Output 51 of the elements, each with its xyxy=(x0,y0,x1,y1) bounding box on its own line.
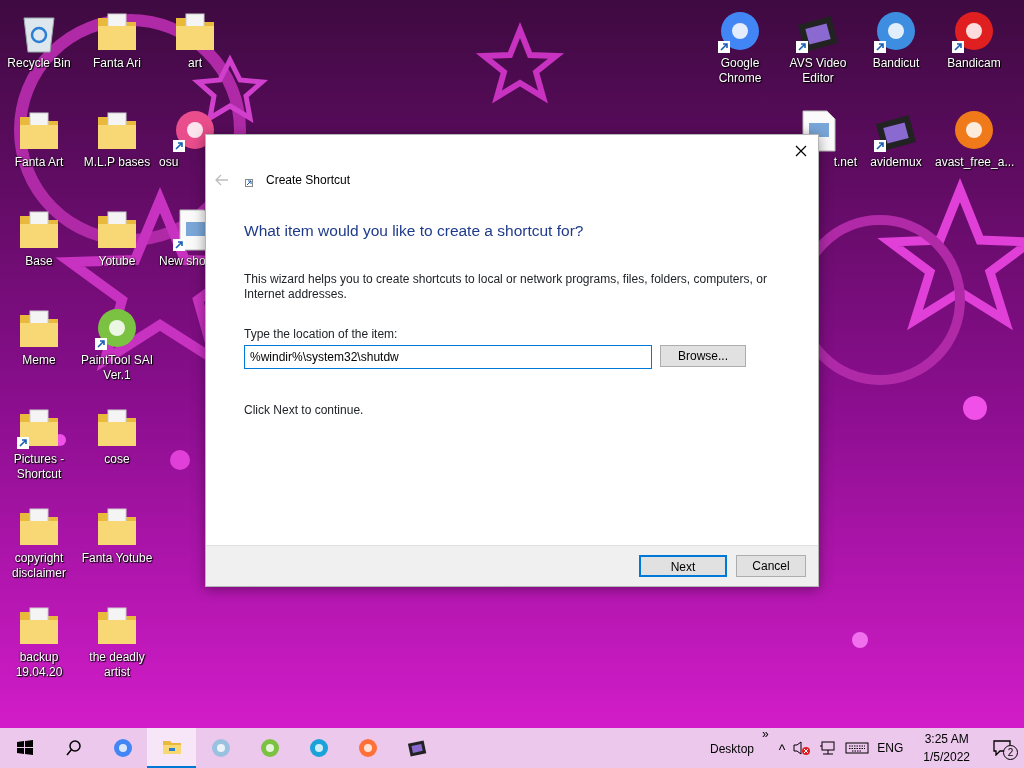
more-button[interactable]: » xyxy=(762,725,769,743)
icon-label[interactable]: Bandicam xyxy=(935,56,1013,71)
app-icon xyxy=(356,738,379,758)
message-icon xyxy=(993,740,1011,756)
notification-badge: 2 xyxy=(1003,745,1018,760)
shortcut-icon xyxy=(245,179,253,187)
dialog-title: Create Shortcut xyxy=(266,172,351,189)
icon-label[interactable]: Google Chrome xyxy=(701,56,779,86)
description-text: This wizard helps you to create shortcuts to local or network programs, files, folders, computers, or Internet addresses. xyxy=(244,272,768,303)
keyboard-icon[interactable] xyxy=(845,740,870,756)
icon-label[interactable]: New sho xyxy=(156,254,206,269)
icon-label[interactable]: art xyxy=(156,56,234,71)
icon-label[interactable]: the deadly artist xyxy=(78,650,156,680)
icon-label[interactable]: t.net xyxy=(833,155,857,170)
notifications-button[interactable]: 2 xyxy=(980,728,1024,768)
icon-label[interactable]: M.L.P bases xyxy=(78,155,156,170)
app-icon xyxy=(209,738,232,758)
language-indicator[interactable]: ENG xyxy=(877,739,904,757)
icon-label[interactable]: backup 19.04.20 xyxy=(0,650,78,680)
icon-label[interactable]: AVS Video Editor xyxy=(779,56,857,86)
icon-label[interactable]: Yotube xyxy=(78,254,156,269)
app-icon xyxy=(307,738,330,758)
field-label: Type the location of the item: xyxy=(244,327,399,342)
icon-label[interactable]: Pictures - Shortcut xyxy=(0,452,78,482)
icon-label[interactable]: Recycle Bin xyxy=(0,56,78,71)
browse-button[interactable]: Browse... xyxy=(660,345,746,368)
icon-label[interactable]: Meme xyxy=(0,353,78,368)
close-icon xyxy=(795,144,807,157)
next-button[interactable]: Next xyxy=(639,555,727,577)
icon-label[interactable]: Bandicut xyxy=(857,56,935,71)
icon-label[interactable]: avast_free_a... xyxy=(935,155,1013,170)
icon-label[interactable]: Fanta Yotube xyxy=(78,551,156,566)
icon-label[interactable]: avidemux xyxy=(857,155,935,170)
icon-label[interactable]: cose xyxy=(78,452,156,467)
icon-label[interactable]: Fanta Ari xyxy=(78,56,156,71)
cancel-button[interactable]: Cancel xyxy=(736,555,806,577)
wizard-heading: What item would you like to create a shortcut for? xyxy=(244,221,585,241)
icon-label[interactable]: Fanta Art xyxy=(0,155,78,170)
clock-time[interactable]: 3:25 AM xyxy=(924,730,969,748)
icon-label[interactable]: osu xyxy=(156,155,179,170)
app-icon xyxy=(111,738,134,758)
hint-text: Click Next to continue. xyxy=(244,402,365,420)
back-arrow-icon xyxy=(215,174,229,186)
location-field[interactable]: %windir%\system32\shutdw xyxy=(244,345,652,370)
icon-label[interactable]: Base xyxy=(0,254,78,269)
clock-date[interactable]: 1/5/2022 xyxy=(923,748,970,766)
tray-expand-button[interactable]: ^ xyxy=(778,739,786,761)
toolbar-label[interactable]: Desktop xyxy=(709,740,754,758)
icon-label[interactable]: copyright disclaimer xyxy=(0,551,78,581)
app-icon xyxy=(258,738,281,758)
icon-label[interactable]: PaintTool SAI Ver.1 xyxy=(78,353,156,383)
